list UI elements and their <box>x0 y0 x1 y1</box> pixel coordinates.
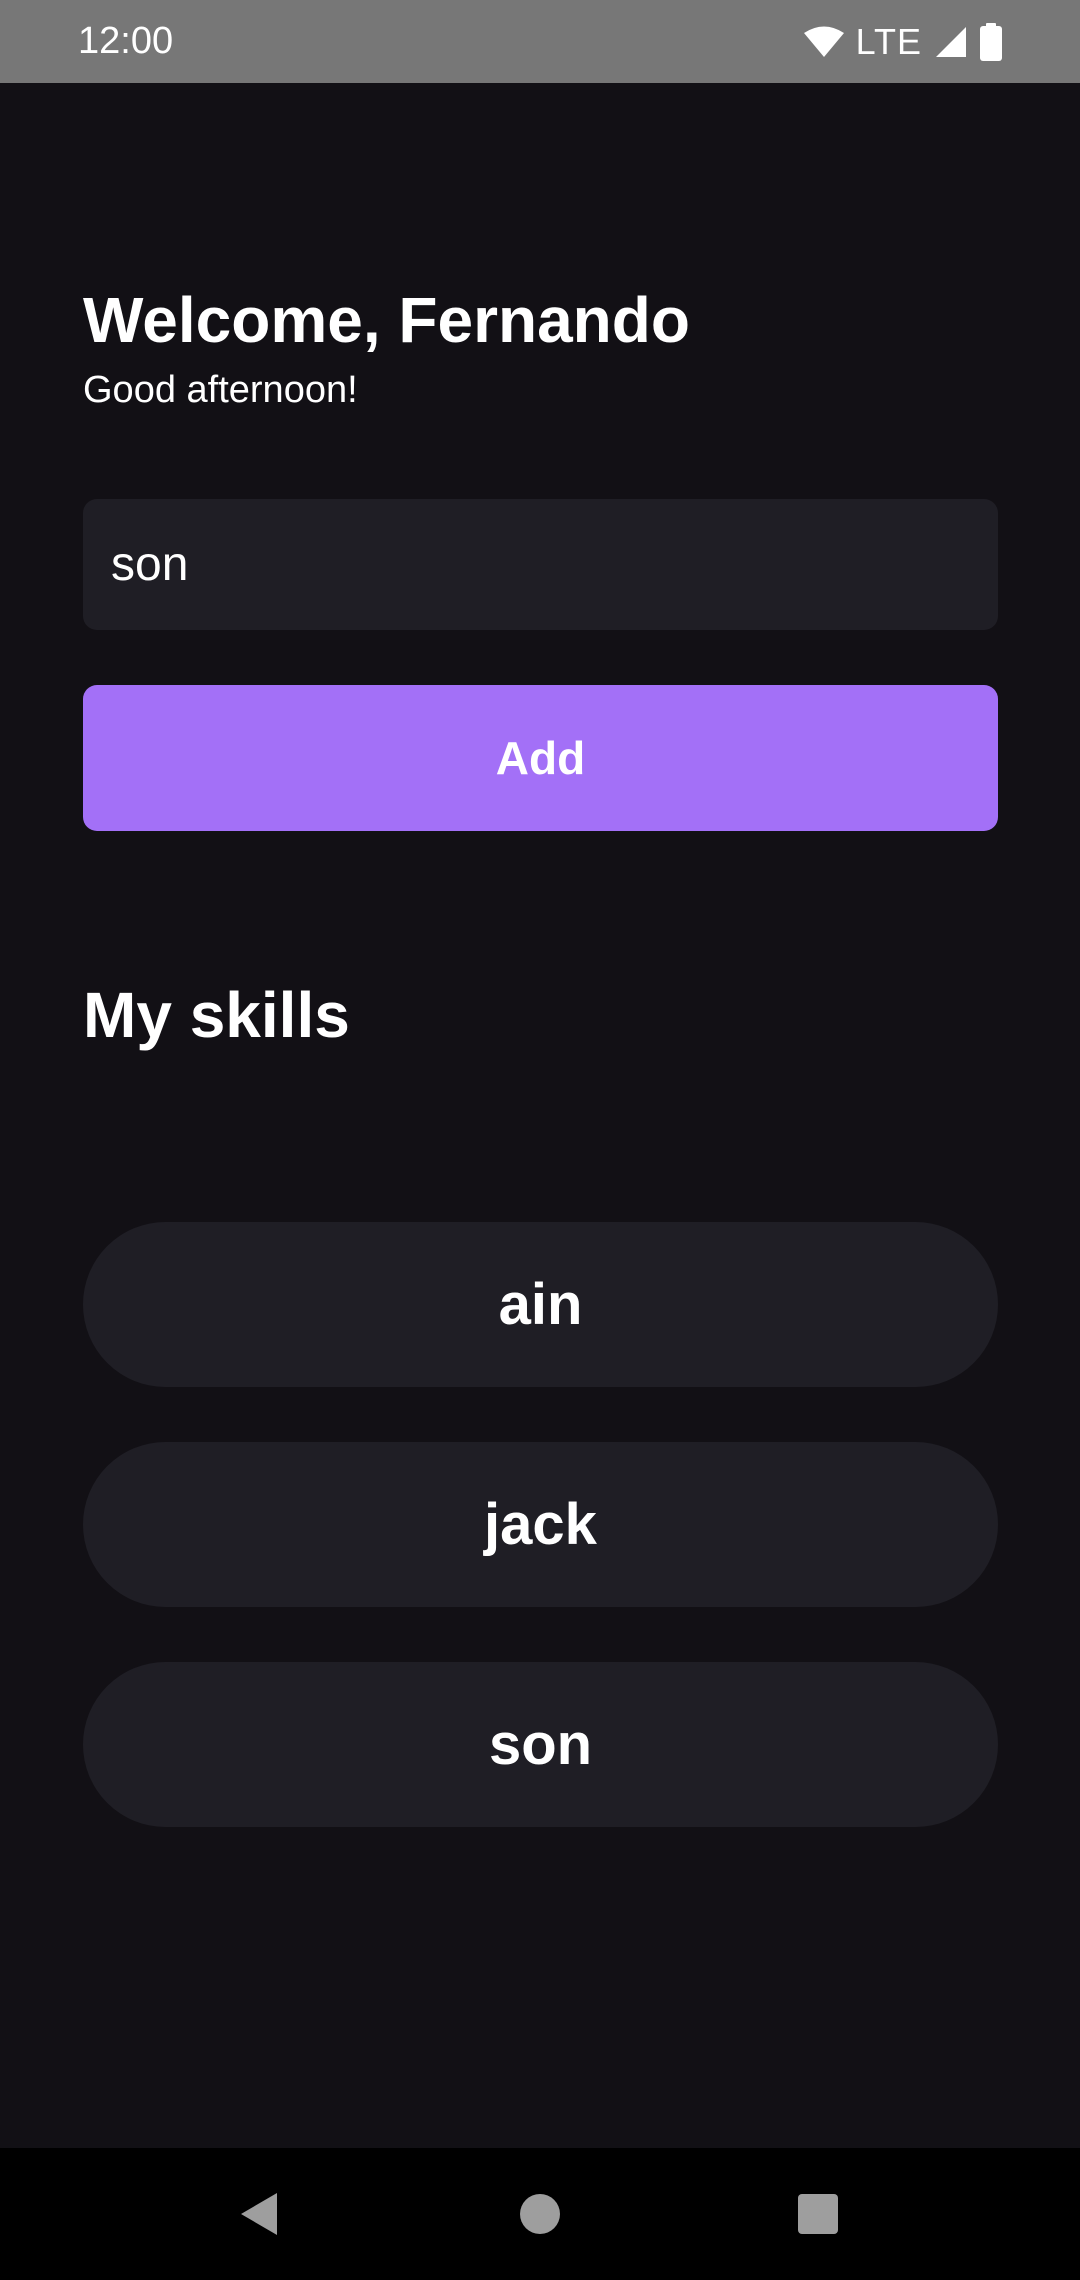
signal-icon <box>934 25 968 59</box>
status-bar: 12:00 LTE <box>0 0 1080 83</box>
welcome-title: Welcome, Fernando <box>83 284 690 356</box>
status-indicators: LTE <box>803 20 1002 63</box>
status-time: 12:00 <box>78 20 174 62</box>
battery-icon <box>980 22 1002 61</box>
network-type-label: LTE <box>855 20 922 62</box>
skill-card[interactable]: son <box>83 1662 998 1827</box>
back-icon[interactable] <box>239 2191 279 2237</box>
new-skill-input[interactable] <box>83 499 998 630</box>
home-icon[interactable] <box>519 2193 561 2235</box>
greeting-subtitle: Good afternoon! <box>83 369 358 411</box>
navigation-bar <box>0 2148 1080 2280</box>
skill-card[interactable]: ain <box>83 1222 998 1387</box>
skill-card[interactable]: jack <box>83 1442 998 1607</box>
app-screen: Welcome, Fernando Good afternoon! Add My… <box>0 83 1080 2148</box>
skill-list: ain jack son <box>83 1222 998 1882</box>
wifi-icon <box>803 26 844 58</box>
add-button[interactable]: Add <box>83 685 998 831</box>
recents-icon[interactable] <box>798 2194 838 2234</box>
skills-section-title: My skills <box>83 979 350 1051</box>
